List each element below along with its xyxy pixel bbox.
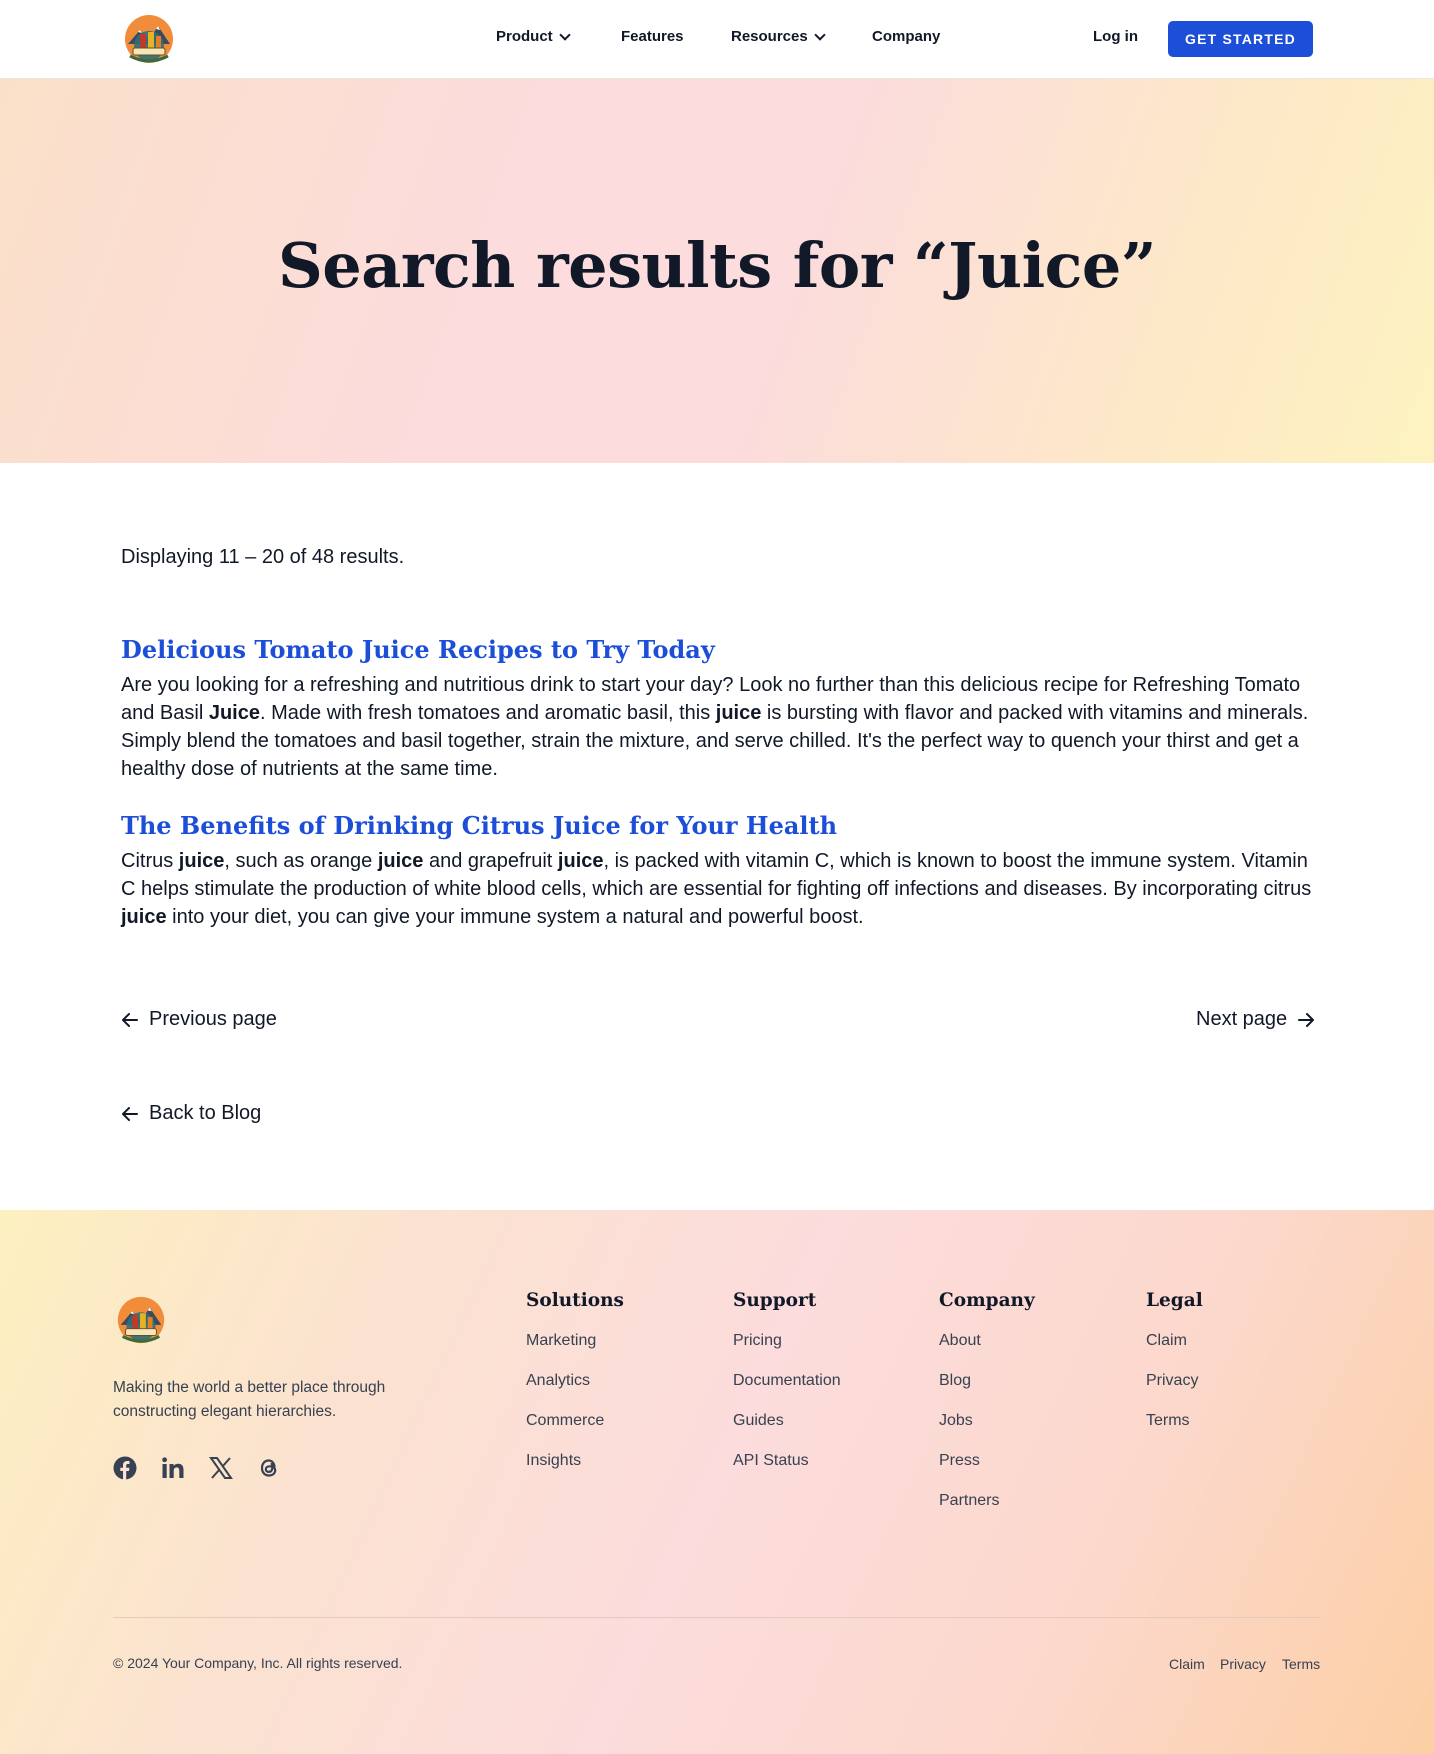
site-footer: Making the world a better place through … (0, 1210, 1434, 1754)
arrow-left-icon (122, 1012, 138, 1027)
chevron-down-icon (559, 28, 571, 41)
nav-resources[interactable]: Resources (731, 28, 826, 45)
footer-link[interactable]: Blog (939, 1370, 1035, 1410)
previous-page-label: Previous page (149, 1008, 277, 1030)
footer-link[interactable]: Claim (1146, 1330, 1203, 1370)
back-to-blog-link[interactable]: Back to Blog (121, 1102, 261, 1125)
login-link[interactable]: Log in (1093, 28, 1138, 45)
footer-column-support: Support Pricing Documentation Guides API… (733, 1290, 841, 1490)
copyright-text: © 2024 Your Company, Inc. All rights res… (113, 1655, 403, 1671)
arrow-left-icon (122, 1106, 138, 1121)
chevron-down-icon (814, 28, 826, 41)
highlighted-term: juice (178, 850, 225, 873)
footer-bottom-link-privacy[interactable]: Privacy (1220, 1656, 1266, 1672)
nav-features-label: Features (621, 28, 684, 45)
footer-link[interactable]: Marketing (526, 1330, 624, 1370)
logo-icon[interactable] (113, 1290, 169, 1350)
footer-link[interactable]: Pricing (733, 1330, 841, 1370)
search-result: The Benefits of Drinking Citrus Juice fo… (121, 810, 1316, 931)
logo-icon[interactable] (120, 10, 178, 68)
excerpt-text: , such as orange (224, 850, 378, 873)
site-header: Product Features Resources Company Log i… (0, 0, 1434, 79)
nav-company[interactable]: Company (872, 28, 940, 45)
footer-link[interactable]: Press (939, 1450, 1035, 1490)
footer-column-heading: Support (733, 1290, 817, 1311)
result-excerpt: Are you looking for a refreshing and nut… (121, 671, 1316, 783)
nav-product-label: Product (496, 28, 553, 45)
facebook-icon[interactable] (113, 1456, 137, 1480)
footer-link[interactable]: API Status (733, 1450, 841, 1490)
x-icon[interactable] (209, 1456, 233, 1480)
footer-column-heading: Solutions (526, 1290, 624, 1311)
hero-section: Search results for “Juice” (0, 79, 1434, 463)
footer-divider (113, 1617, 1321, 1618)
footer-column-legal: Legal Claim Privacy Terms (1146, 1290, 1203, 1450)
results-count: Displaying 11 – 20 of 48 results. (121, 546, 405, 568)
footer-link[interactable]: Jobs (939, 1410, 1035, 1450)
result-title-link[interactable]: The Benefits of Drinking Citrus Juice fo… (121, 810, 1316, 841)
result-excerpt: Citrus juice, such as orange juice and g… (121, 847, 1316, 931)
footer-link[interactable]: About (939, 1330, 1035, 1370)
footer-column-heading: Legal (1146, 1290, 1203, 1311)
back-to-blog-label: Back to Blog (149, 1102, 262, 1124)
excerpt-text: . Made with fresh tomatoes and aromatic … (260, 702, 716, 725)
next-page-link[interactable]: Next page (1196, 1008, 1315, 1031)
excerpt-text: and grapefruit (423, 850, 558, 873)
nav-product[interactable]: Product (496, 28, 571, 45)
excerpt-text: into your diet, you can give your immune… (166, 906, 864, 929)
result-title-link[interactable]: Delicious Tomato Juice Recipes to Try To… (121, 634, 1316, 665)
footer-link[interactable]: Analytics (526, 1370, 624, 1410)
get-started-button[interactable]: GET STARTED (1168, 21, 1313, 57)
footer-bottom-link-claim[interactable]: Claim (1169, 1656, 1205, 1672)
threads-icon[interactable] (257, 1456, 281, 1480)
footer-link[interactable]: Documentation (733, 1370, 841, 1410)
nav-company-label: Company (872, 28, 941, 45)
highlighted-term: juice (121, 906, 167, 929)
footer-link[interactable]: Guides (733, 1410, 841, 1450)
footer-column-solutions: Solutions Marketing Analytics Commerce I… (526, 1290, 624, 1490)
linkedin-icon[interactable] (161, 1456, 185, 1480)
footer-bottom-link-terms[interactable]: Terms (1282, 1656, 1320, 1672)
previous-page-link[interactable]: Previous page (121, 1008, 277, 1031)
footer-link[interactable]: Partners (939, 1490, 1035, 1530)
footer-column-heading: Company (939, 1290, 1035, 1311)
highlighted-term: Juice (208, 702, 260, 725)
nav-features[interactable]: Features (621, 28, 684, 45)
footer-link[interactable]: Commerce (526, 1410, 624, 1450)
next-page-label: Next page (1196, 1008, 1288, 1030)
search-result: Delicious Tomato Juice Recipes to Try To… (121, 634, 1316, 783)
footer-link[interactable]: Terms (1146, 1410, 1203, 1450)
footer-link[interactable]: Insights (526, 1450, 624, 1490)
footer-tagline: Making the world a better place through … (113, 1379, 386, 1420)
highlighted-term: juice (377, 850, 424, 873)
highlighted-term: juice (557, 850, 604, 873)
page-title: Search results for “Juice” (277, 229, 1157, 302)
arrow-right-icon (1298, 1012, 1315, 1027)
excerpt-text: Citrus (121, 850, 179, 873)
footer-column-company: Company About Blog Jobs Press Partners (939, 1290, 1035, 1530)
highlighted-term: juice (715, 702, 762, 725)
nav-resources-label: Resources (731, 28, 808, 45)
footer-link[interactable]: Privacy (1146, 1370, 1203, 1410)
